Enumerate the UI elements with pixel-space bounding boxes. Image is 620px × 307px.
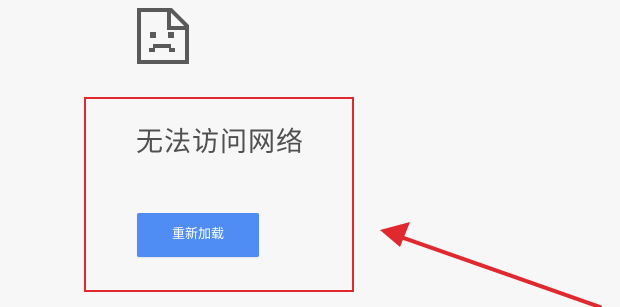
sad-page-icon: [137, 8, 189, 64]
browser-error-page: 无法访问网络 重新加载: [0, 0, 620, 307]
error-title: 无法访问网络: [136, 127, 304, 158]
reload-button[interactable]: 重新加载: [137, 213, 259, 257]
